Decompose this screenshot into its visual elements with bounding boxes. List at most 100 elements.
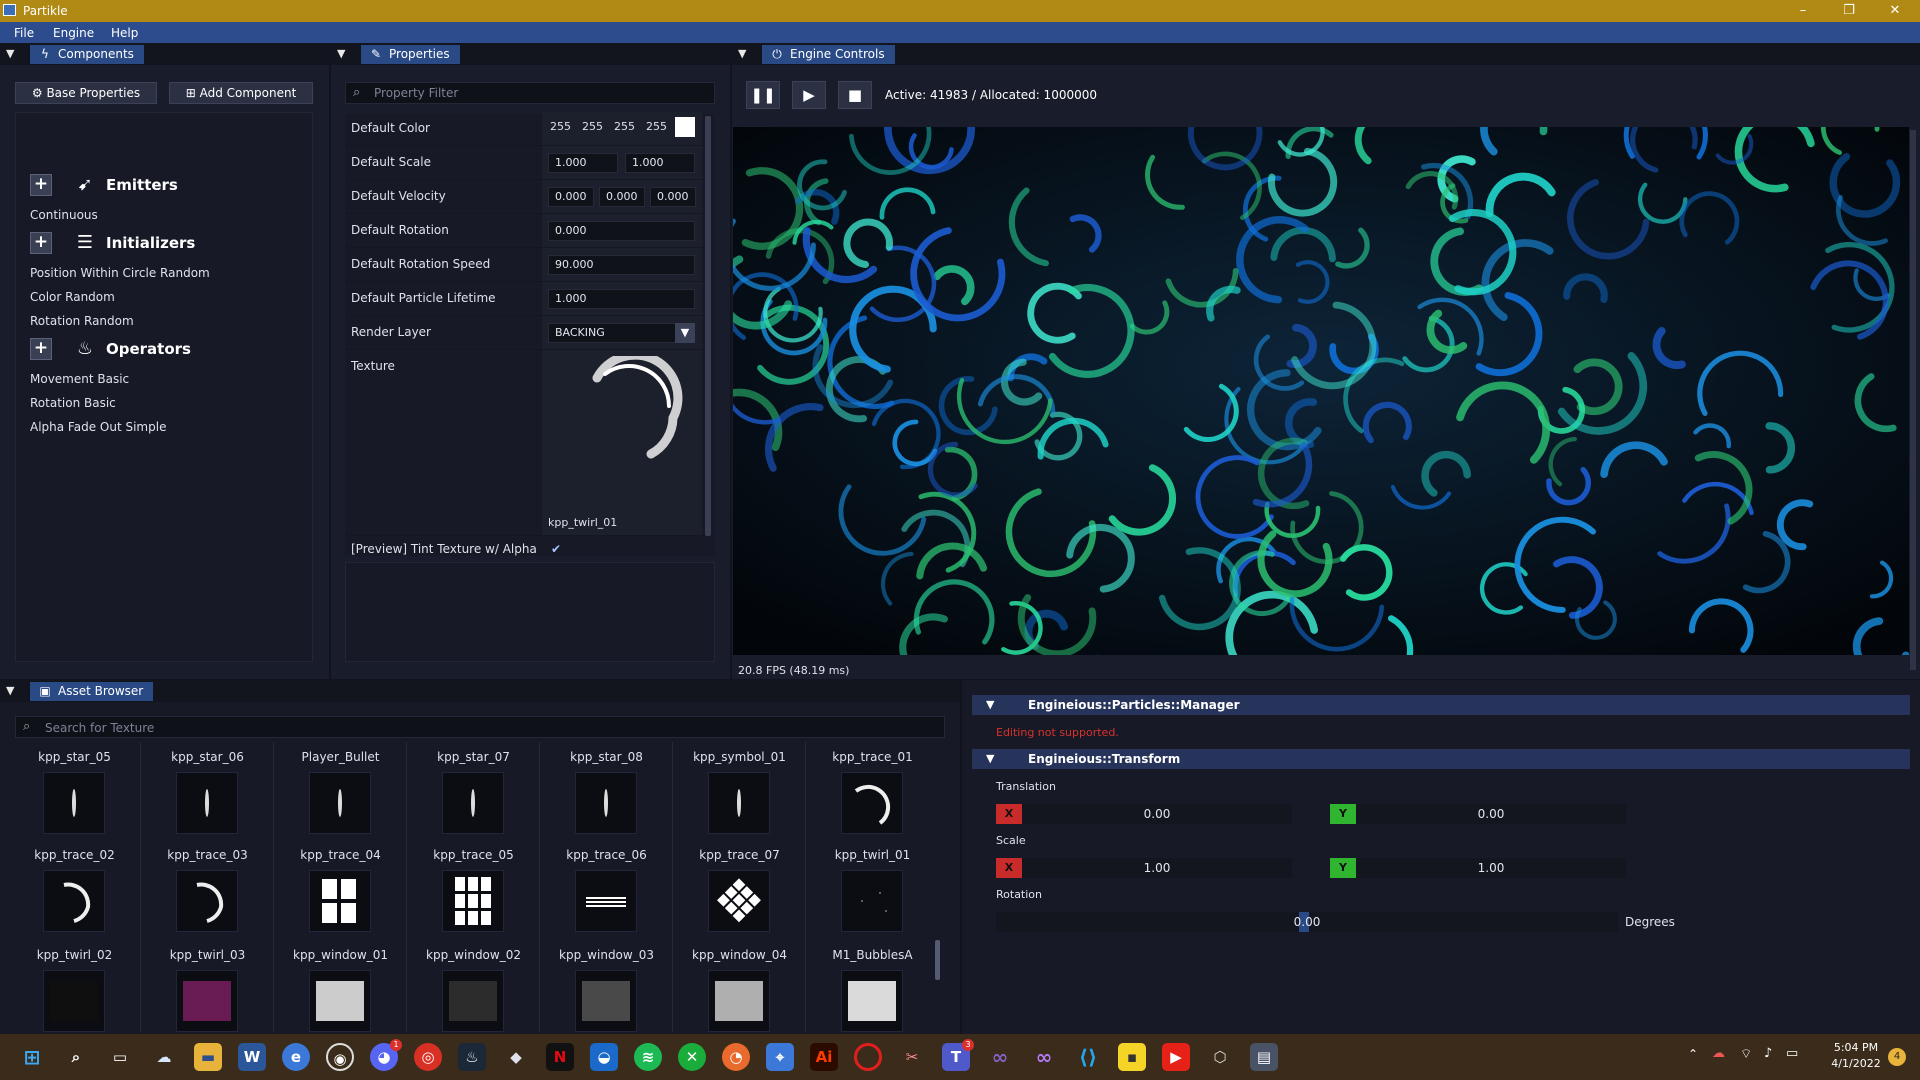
tray-chevron-icon[interactable]: ⌃	[1688, 1047, 1698, 1061]
initializer-item[interactable]: Position Within Circle Random	[30, 266, 210, 280]
operator-item[interactable]: Movement Basic	[30, 372, 129, 386]
initializer-item[interactable]: Rotation Random	[30, 314, 134, 328]
viewport-scrollbar[interactable]	[1910, 130, 1916, 670]
asset-thumbnail[interactable]	[309, 870, 371, 932]
wifi-icon[interactable]: ⌔	[1740, 1046, 1752, 1062]
checkbox-checked-icon[interactable]: ✔	[551, 542, 561, 556]
operator-item[interactable]: Rotation Basic	[30, 396, 116, 410]
translation-y-field[interactable]: 0.00	[1356, 804, 1626, 824]
search-icon[interactable]: ⌕	[62, 1043, 90, 1071]
asset-thumbnail[interactable]	[575, 772, 637, 834]
menu-engine[interactable]: Engine	[53, 26, 94, 40]
asset-thumbnail[interactable]	[841, 970, 903, 1032]
collapse-icon[interactable]: ▼	[6, 47, 14, 60]
chrome-icon[interactable]: ◎	[414, 1043, 442, 1071]
velocity-y-field[interactable]: 0.000	[599, 187, 645, 207]
unity-icon[interactable]: ⬡	[1206, 1043, 1234, 1071]
add-operator-button[interactable]: +	[30, 338, 52, 360]
rotation-slider[interactable]: 0.00	[996, 912, 1618, 932]
transform-header[interactable]: ▼ Engineious::Transform	[972, 749, 1910, 769]
asset-thumbnail[interactable]	[176, 870, 238, 932]
add-initializer-button[interactable]: +	[30, 232, 52, 254]
youtube-icon[interactable]: ▶	[1162, 1043, 1190, 1071]
clock-date[interactable]: 4/1/2022	[1826, 1057, 1886, 1070]
blender-icon[interactable]: ◔	[722, 1043, 750, 1071]
particle-viewport[interactable]	[733, 127, 1909, 655]
rotation-speed-field[interactable]: 90.000	[548, 255, 695, 275]
word-icon[interactable]: W	[238, 1043, 266, 1071]
asset-thumbnail[interactable]	[708, 870, 770, 932]
color-b-field[interactable]: 255	[614, 120, 635, 133]
asset-thumbnail[interactable]	[841, 870, 903, 932]
onedrive-icon[interactable]: ☁	[150, 1043, 178, 1071]
steam-icon[interactable]: ♨	[458, 1043, 486, 1071]
color-swatch[interactable]	[675, 117, 695, 137]
asset-thumbnail[interactable]	[309, 970, 371, 1032]
asset-thumbnail[interactable]	[442, 870, 504, 932]
translation-x-field[interactable]: 0.00	[1022, 804, 1292, 824]
tray-security-icon[interactable]: ☁	[1712, 1046, 1725, 1061]
edge-icon[interactable]: ◒	[590, 1043, 618, 1071]
property-scrollbar[interactable]	[705, 116, 711, 536]
asset-thumbnail[interactable]	[43, 870, 105, 932]
asset-thumbnail[interactable]	[176, 970, 238, 1032]
sticky-notes-icon[interactable]: ▪	[1118, 1043, 1146, 1071]
rotation-field[interactable]: 0.000	[548, 221, 695, 241]
opera-icon[interactable]	[854, 1043, 882, 1071]
clock-time[interactable]: 5:04 PM	[1826, 1041, 1886, 1054]
render-layer-select[interactable]: BACKING	[548, 323, 695, 343]
scale-x-field[interactable]: 1.00	[1022, 858, 1292, 878]
maximize-button[interactable]: ❐	[1826, 0, 1872, 22]
asset-thumbnail[interactable]	[43, 772, 105, 834]
color-g-field[interactable]: 255	[582, 120, 603, 133]
asset-thumbnail[interactable]	[575, 970, 637, 1032]
collapse-icon[interactable]: ▼	[337, 47, 345, 60]
asset-thumbnail[interactable]	[442, 772, 504, 834]
maps-icon[interactable]: ⌖	[766, 1043, 794, 1071]
obs-icon[interactable]: ◉	[326, 1043, 354, 1071]
netflix-icon[interactable]: N	[546, 1043, 574, 1071]
asset-thumbnail[interactable]	[708, 970, 770, 1032]
visual-studio-icon[interactable]: ∞	[986, 1043, 1014, 1071]
lifetime-field[interactable]: 1.000	[548, 289, 695, 309]
task-view-icon[interactable]: ▭	[106, 1043, 134, 1071]
collapse-icon[interactable]: ▼	[6, 684, 14, 697]
velocity-x-field[interactable]: 0.000	[548, 187, 594, 207]
operator-item[interactable]: Alpha Fade Out Simple	[30, 420, 166, 434]
menu-file[interactable]: File	[14, 26, 34, 40]
texture-search-input[interactable]: ⌕ Search for Texture	[15, 716, 945, 738]
tab-components[interactable]: ϟ Components	[30, 45, 144, 64]
asset-thumbnail[interactable]	[575, 870, 637, 932]
partikle-app-icon[interactable]: ▤	[1250, 1043, 1278, 1071]
battery-icon[interactable]: ▭	[1786, 1046, 1798, 1061]
play-button[interactable]: ▶	[792, 81, 826, 109]
add-emitter-button[interactable]: +	[30, 174, 52, 196]
emitter-item[interactable]: Continuous	[30, 208, 98, 222]
asset-thumbnail[interactable]	[176, 772, 238, 834]
xbox-icon[interactable]: ✕	[678, 1043, 706, 1071]
chevron-down-icon[interactable]: ▼	[675, 323, 695, 343]
asset-thumbnail[interactable]	[43, 970, 105, 1032]
volume-icon[interactable]: ♪	[1764, 1046, 1772, 1061]
asset-thumbnail[interactable]	[841, 772, 903, 834]
tab-asset-browser[interactable]: ▣ Asset Browser	[30, 682, 154, 701]
scale-y-field[interactable]: 1.000	[625, 153, 695, 173]
asset-thumbnail[interactable]	[708, 772, 770, 834]
pause-button[interactable]: ❚❚	[746, 81, 780, 109]
notification-badge[interactable]: 4	[1888, 1048, 1906, 1066]
texture-preview[interactable]	[575, 356, 695, 466]
asset-thumbnail[interactable]	[442, 970, 504, 1032]
property-filter-input[interactable]: ⌕ Property Filter	[345, 82, 715, 104]
snip-icon[interactable]: ✂	[898, 1043, 926, 1071]
tab-properties[interactable]: ✎ Properties	[361, 45, 460, 64]
illustrator-icon[interactable]: Ai	[810, 1043, 838, 1071]
browser-icon[interactable]: e	[282, 1043, 310, 1071]
menu-help[interactable]: Help	[111, 26, 138, 40]
asset-scrollbar[interactable]	[935, 940, 940, 980]
spotify-icon[interactable]: ≋	[634, 1043, 662, 1071]
stop-button[interactable]: ■	[838, 81, 872, 109]
manager-header[interactable]: ▼ Engineious::Particles::Manager	[972, 695, 1910, 715]
asset-thumbnail[interactable]	[309, 772, 371, 834]
title-bar[interactable]: Partikle – ❐ ✕	[0, 0, 1920, 22]
vscode-icon[interactable]: ⟨⟩	[1074, 1043, 1102, 1071]
